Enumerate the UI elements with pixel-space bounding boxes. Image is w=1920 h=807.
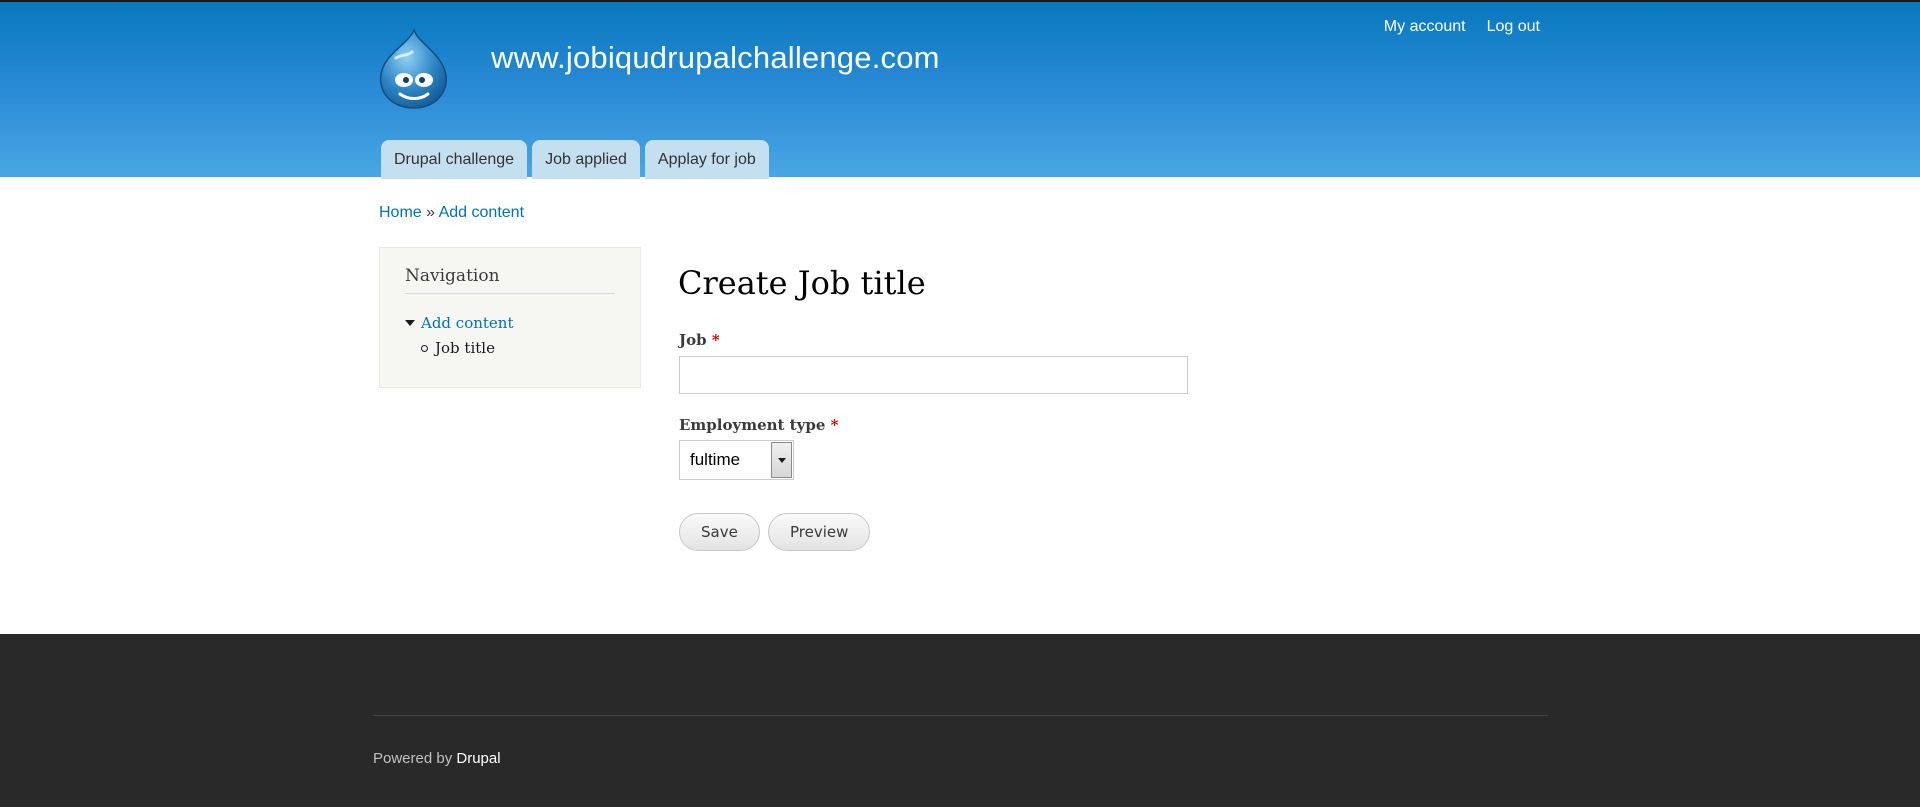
breadcrumb-separator: » — [426, 204, 436, 221]
main-menu: Drupal challenge Job applied Applay for … — [381, 140, 769, 179]
log-out-link[interactable]: Log out — [1487, 18, 1540, 36]
nav-item-add-content[interactable]: Add content — [405, 314, 514, 332]
required-marker: * — [830, 416, 839, 434]
secondary-menu: My account Log out — [1384, 18, 1540, 36]
breadcrumb-add-content-link[interactable]: Add content — [439, 204, 524, 221]
employment-type-value: fultime — [690, 450, 741, 469]
dropdown-button[interactable] — [771, 442, 792, 478]
employment-label-text: Employment type — [679, 416, 826, 434]
tab-drupal-challenge[interactable]: Drupal challenge — [381, 140, 528, 179]
job-input[interactable] — [679, 356, 1188, 394]
save-button[interactable]: Save — [679, 513, 760, 551]
powered-by: Powered by Drupal — [373, 750, 501, 767]
employment-type-select[interactable]: fultime — [679, 440, 794, 480]
expanded-triangle-icon — [405, 320, 415, 326]
chevron-down-icon — [777, 457, 786, 463]
nav-item-job-title[interactable]: Job title — [421, 339, 495, 357]
tab-applay-for-job[interactable]: Applay for job — [644, 140, 769, 179]
my-account-link[interactable]: My account — [1384, 18, 1466, 36]
job-label-text: Job — [679, 331, 707, 349]
nav-item-label[interactable]: Add content — [421, 314, 514, 332]
navigation-title: Navigation — [405, 266, 615, 294]
drupal-logo-icon[interactable] — [376, 28, 450, 110]
breadcrumb-home-link[interactable]: Home — [379, 204, 422, 221]
page-title: Create Job title — [678, 264, 926, 302]
nav-item-label[interactable]: Job title — [435, 339, 495, 357]
required-marker: * — [711, 331, 720, 349]
site-footer: Powered by Drupal — [0, 634, 1920, 807]
site-header: www.jobiqudrupalchallenge.com My account… — [0, 0, 1920, 179]
navigation-block: Navigation Add content Job title — [379, 247, 641, 388]
tab-job-applied[interactable]: Job applied — [532, 140, 640, 179]
preview-button[interactable]: Preview — [768, 513, 871, 551]
circle-bullet-icon — [421, 344, 428, 352]
job-field-label: Job * — [679, 331, 720, 349]
footer-divider — [373, 715, 1548, 716]
breadcrumb: Home » Add content — [379, 204, 524, 222]
site-name[interactable]: www.jobiqudrupalchallenge.com — [491, 40, 940, 76]
powered-by-text: Powered by — [373, 750, 453, 767]
drupal-link[interactable]: Drupal — [456, 750, 500, 767]
employment-type-label: Employment type * — [679, 416, 838, 434]
